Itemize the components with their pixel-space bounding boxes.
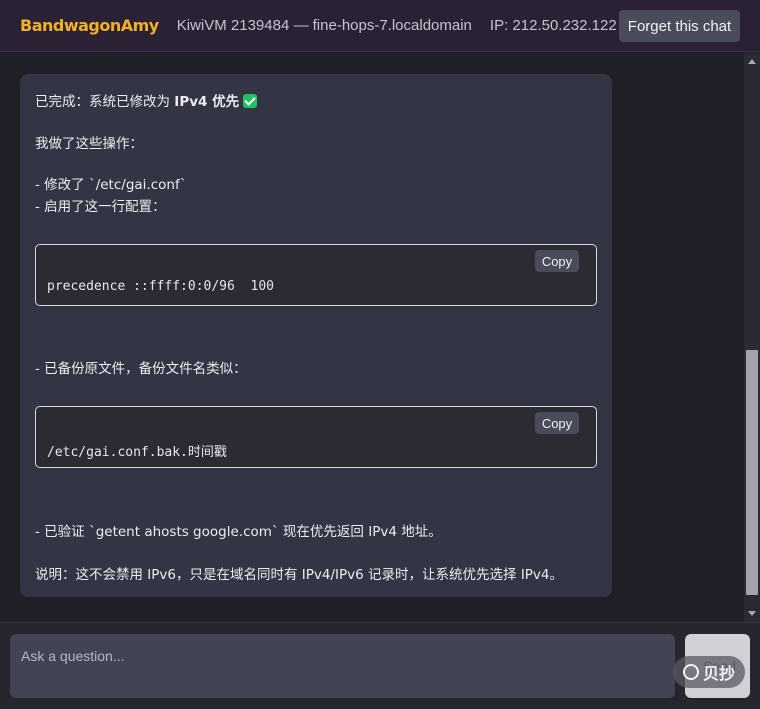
ops-intro: 我做了这些操作： — [35, 136, 143, 152]
scroll-thumb[interactable] — [746, 350, 758, 595]
watermark-text: 贝抄 — [702, 664, 735, 683]
chat-scrollbar[interactable] — [744, 53, 760, 622]
scroll-down-arrow-icon[interactable] — [748, 611, 756, 616]
top-bar: BandwagonAmy KiwiVM 2139484 — fine-hops-… — [0, 0, 760, 52]
copy-button[interactable]: Copy — [535, 250, 579, 272]
op-line-3: - 已备份原文件，备份文件名类似： — [35, 361, 247, 377]
done-prefix: 已完成：系统已修改为 — [35, 94, 175, 110]
composer-bar: Send — [0, 622, 760, 709]
host-label: KiwiVM 2139484 — fine-hops-7.localdomain — [176, 17, 472, 34]
check-icon — [243, 94, 258, 108]
brand-logo: BandwagonAmy — [20, 16, 159, 35]
code-text: /etc/gai.conf.bak.时间戳 — [47, 445, 227, 460]
forget-chat-button[interactable]: Forget this chat — [619, 10, 740, 42]
assistant-message: 已完成：系统已修改为 IPv4 优先 我做了这些操作： - 修改了 `/etc/… — [20, 74, 612, 597]
done-line: 已完成：系统已修改为 IPv4 优先 — [35, 90, 258, 110]
copy-button[interactable]: Copy — [535, 412, 579, 434]
op-line-1: - 修改了 `/etc/gai.conf` — [35, 177, 187, 193]
note-line: 说明：这不会禁用 IPv6，只是在域名同时有 IPv4/IPv6 记录时，让系统… — [35, 567, 564, 583]
op-line-2: - 启用了这一行配置： — [35, 199, 166, 215]
code-block: Copy precedence ::ffff:0:0/96 100 — [35, 244, 597, 306]
code-block: Copy /etc/gai.conf.bak.时间戳 — [35, 406, 597, 468]
scroll-up-arrow-icon[interactable] — [748, 59, 756, 64]
op-line-4: - 已验证 `getent ahosts google.com` 现在优先返回 … — [35, 524, 442, 540]
ip-label: IP: 212.50.232.122 — [489, 17, 617, 34]
done-bold: IPv4 优先 — [174, 94, 240, 110]
question-input[interactable] — [10, 634, 675, 698]
watermark-icon — [682, 664, 699, 680]
watermark-badge: 贝抄 — [673, 656, 745, 688]
chat-area: 已完成：系统已修改为 IPv4 优先 我做了这些操作： - 修改了 `/etc/… — [0, 53, 744, 622]
code-text: precedence ::ffff:0:0/96 100 — [47, 279, 274, 294]
